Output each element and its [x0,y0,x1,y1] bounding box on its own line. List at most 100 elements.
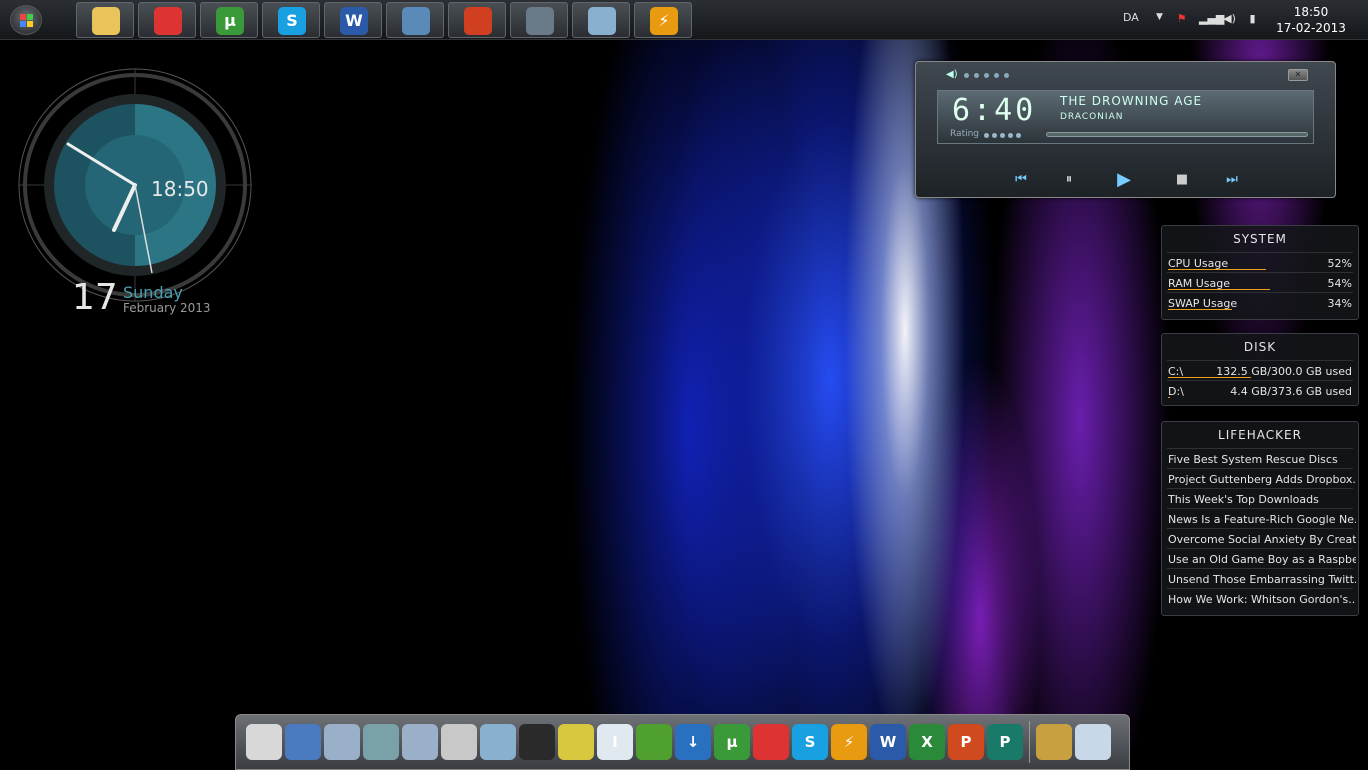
stop-icon[interactable]: ■ [1162,166,1202,194]
excel-icon[interactable]: X [909,724,945,760]
player-topbar: ◀) ✕ [916,62,1335,88]
win7-mac-icon[interactable] [558,724,594,760]
volume-dot[interactable] [964,73,969,78]
system-tray: DA ▼ ⚑ ▂▄▆ ◀) ▮ 18:50 17-02-2013 [1103,0,1368,40]
taskbar-button[interactable]: W [324,2,382,38]
download-icon[interactable]: ↓ [675,724,711,760]
rating-star[interactable] [1000,133,1005,138]
tools-icon[interactable] [1036,724,1072,760]
chevron-down-icon[interactable]: ▼ [1156,12,1163,22]
feed-item[interactable]: Overcome Social Anxiety By Creati... [1167,528,1356,548]
publisher-icon[interactable]: P [987,724,1023,760]
volume-tool-icon [464,7,492,35]
feed-item[interactable]: News Is a Feature-Rich Google Ne... [1167,508,1356,528]
list-item[interactable]: D:\ 4.4 GB/373.6 GB used [1167,380,1353,400]
rating-star[interactable] [1008,133,1013,138]
pause-icon[interactable]: ⏸ [1049,166,1089,194]
word-icon[interactable]: W [870,724,906,760]
player-controls: ⏮ ⏸ ▶ ■ ⏭ [986,166,1256,194]
taskbar-button[interactable] [572,2,630,38]
preview-icon[interactable] [246,724,282,760]
feed-item-title: Overcome Social Anxiety By Creati... [1168,533,1356,546]
taskbar-button[interactable] [510,2,568,38]
language-indicator[interactable]: DA [1123,11,1139,24]
feed-item[interactable]: Five Best System Rescue Discs [1167,448,1353,468]
skype-icon: S [278,7,306,35]
rating-star[interactable] [992,133,997,138]
calculator-icon [588,7,616,35]
rss-feed-gadget: LIFEHACKER Five Best System Rescue Discs… [1161,421,1359,616]
taskbar-button[interactable] [448,2,506,38]
battery-icon[interactable]: ▮ [1246,12,1259,25]
volume-dot[interactable] [984,73,989,78]
next-icon[interactable]: ⏭ [1212,166,1252,194]
calculator-icon[interactable] [480,724,516,760]
start-button[interactable] [10,5,42,35]
disk-monitor-gadget: DISK C:\ 132.5 GB/300.0 GB used D:\ 4.4 GB/… [1161,333,1359,406]
usage-bar [1168,289,1270,290]
list-item[interactable]: SWAP Usage 34% [1167,292,1353,312]
system-tools-icon[interactable] [441,724,477,760]
word-icon: W [340,7,368,35]
taskbar-button[interactable]: S [262,2,320,38]
action-center-icon[interactable]: ⚑ [1175,12,1188,25]
list-item[interactable]: C:\ 132.5 GB/300.0 GB used [1167,360,1353,380]
control-panel-icon [402,7,430,35]
date-month-year: February 2013 [123,301,211,315]
globe-icon[interactable] [285,724,321,760]
taskbar-button[interactable] [76,2,134,38]
volume-icon[interactable]: ◀) [946,69,958,80]
feed-item[interactable]: How We Work: Whitson Gordon's... [1167,588,1356,608]
feed-item[interactable]: Unsend Those Embarrassing Twitt... [1167,568,1356,588]
taskbar-button[interactable]: ⚡ [634,2,692,38]
taskbar-button[interactable]: µ [200,2,258,38]
text-editor-icon[interactable]: I [597,724,633,760]
chrome-icon[interactable] [753,724,789,760]
chrome-icon [154,7,182,35]
volume-dot[interactable] [1004,73,1009,78]
list-item[interactable]: CPU Usage 52% [1167,252,1353,272]
powerpoint-icon[interactable]: P [948,724,984,760]
seek-bar[interactable] [1046,132,1308,137]
winamp-icon[interactable]: ⚡ [831,724,867,760]
feed-item-title: Unsend Those Embarrassing Twitt... [1168,573,1356,586]
list-item[interactable]: RAM Usage 54% [1167,272,1353,292]
clock-digital-time: 18:50 [151,177,209,201]
taskbar-button[interactable] [386,2,444,38]
feed-title: LIFEHACKER [1218,428,1302,442]
previous-icon[interactable]: ⏮ [1001,166,1041,194]
folder-icon[interactable] [324,724,360,760]
skype-icon[interactable]: S [792,724,828,760]
winamp-icon: ⚡ [650,7,678,35]
play-icon[interactable]: ▶ [1104,166,1144,194]
taskbar-button[interactable] [138,2,196,38]
windows-icon[interactable] [636,724,672,760]
feed-item[interactable]: Project Guttenberg Adds Dropbox... [1167,468,1356,488]
taskbar-time: 18:50 [1293,5,1329,19]
dock: I ↓ µ S ⚡ W X P P [235,714,1130,770]
clock-gadget[interactable]: 18:50 17 Sunday February 2013 [10,65,260,320]
folder-images-icon[interactable] [402,724,438,760]
feed-item[interactable]: Use an Old Game Boy as a Raspber... [1167,548,1356,568]
rating-label: Rating [950,129,980,139]
recycle-bin-icon[interactable] [1075,724,1111,760]
close-button[interactable]: ✕ [1288,69,1308,81]
network-icon[interactable]: ▂▄▆ [1199,12,1224,25]
windows-logo-icon [20,14,34,27]
rating-star[interactable] [984,133,989,138]
volume-icon[interactable]: ◀) [1223,12,1236,25]
desktop: µSW⚡ DA ▼ ⚑ ▂▄▆ ◀) ▮ 18:50 17-02-2013 [0,0,1368,770]
folder-green-icon[interactable] [363,724,399,760]
feed-item-title: This Week's Top Downloads [1168,493,1319,506]
volume-dot[interactable] [994,73,999,78]
volume-dot[interactable] [974,73,979,78]
usage-bar [1168,377,1251,378]
taskbar-clock[interactable]: 18:50 17-02-2013 [1271,4,1351,36]
rating-star[interactable] [1016,133,1021,138]
row-value: 52% [1327,257,1352,270]
utorrent-icon[interactable]: µ [714,724,750,760]
disk-title: DISK [1243,340,1277,354]
steam-icon[interactable] [519,724,555,760]
feed-item[interactable]: This Week's Top Downloads [1167,488,1353,508]
date-day: 17 [72,277,118,318]
